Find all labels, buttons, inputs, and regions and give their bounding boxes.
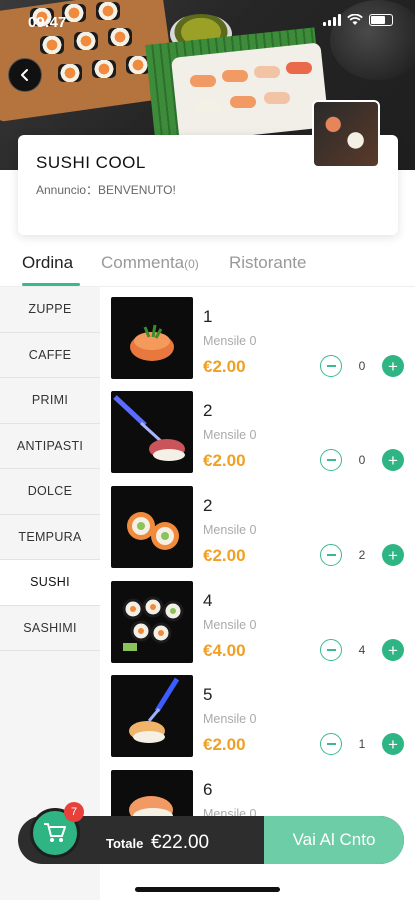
product-name: 2 bbox=[203, 401, 213, 420]
product-item[interactable]: 1 Mensile 0 €2.00 0 + bbox=[100, 297, 415, 391]
sushi-piece-decoration bbox=[230, 96, 256, 108]
sushi-piece-decoration bbox=[222, 70, 248, 82]
plus-icon: + bbox=[388, 734, 398, 754]
product-quantity: 2 bbox=[358, 548, 366, 562]
product-image bbox=[111, 486, 193, 568]
decrease-quantity-button[interactable] bbox=[320, 355, 342, 377]
tab-bar: Ordina Commenta(0) Ristorante bbox=[0, 245, 415, 287]
status-bar: 09:47 bbox=[0, 0, 415, 40]
sushi-piece-decoration bbox=[196, 100, 222, 112]
category-sushi[interactable]: SUSHI bbox=[0, 560, 100, 606]
product-quantity: 1 bbox=[358, 737, 366, 751]
decrease-quantity-button[interactable] bbox=[320, 544, 342, 566]
home-indicator[interactable] bbox=[135, 887, 280, 892]
product-item[interactable]: 5 Mensile 0 €2.00 1 + bbox=[100, 675, 415, 769]
restaurant-thumbnail bbox=[312, 100, 380, 168]
decrease-quantity-button[interactable] bbox=[320, 449, 342, 471]
product-image bbox=[111, 391, 193, 473]
product-price: €2.00 bbox=[203, 735, 246, 754]
sushi-piece-decoration bbox=[190, 75, 216, 87]
product-image bbox=[111, 675, 193, 757]
back-arrow-icon bbox=[21, 69, 28, 81]
product-price: €2.00 bbox=[203, 451, 246, 470]
product-item[interactable]: 2 Mensile 0 €2.00 2 + bbox=[100, 486, 415, 580]
plus-icon: + bbox=[388, 545, 398, 565]
product-name: 5 bbox=[203, 685, 213, 704]
increase-quantity-button[interactable]: + bbox=[382, 449, 404, 471]
sushi-piece-decoration bbox=[286, 62, 312, 74]
sushi-piece-decoration bbox=[254, 66, 280, 78]
category-sashimi[interactable]: SASHIMI bbox=[0, 606, 100, 651]
product-name: 2 bbox=[203, 496, 213, 515]
sushi-roll-decoration bbox=[92, 60, 116, 78]
product-name: 4 bbox=[203, 591, 213, 610]
status-icons bbox=[323, 14, 393, 26]
restaurant-name: SUSHI COOL bbox=[36, 153, 146, 172]
category-antipasti[interactable]: ANTIPASTI bbox=[0, 424, 100, 469]
sushi-piece-decoration bbox=[264, 92, 290, 104]
increase-quantity-button[interactable]: + bbox=[382, 355, 404, 377]
restaurant-announcement: Annuncio：BENVENUTO! bbox=[36, 183, 176, 197]
cart-count-badge: 7 bbox=[64, 802, 84, 822]
increase-quantity-button[interactable]: + bbox=[382, 544, 404, 566]
sushi-plate-decoration bbox=[170, 42, 330, 143]
category-primi[interactable]: PRIMI bbox=[0, 378, 100, 424]
signal-icon bbox=[323, 14, 341, 26]
minus-icon bbox=[326, 743, 336, 745]
product-price: €2.00 bbox=[203, 357, 246, 376]
active-tab-indicator bbox=[22, 283, 80, 286]
minus-icon bbox=[326, 649, 336, 651]
tab-label: Ordina bbox=[22, 253, 74, 272]
product-price: €2.00 bbox=[203, 546, 246, 565]
minus-icon bbox=[326, 459, 336, 461]
cart-icon bbox=[44, 823, 66, 842]
category-dolce[interactable]: DOLCE bbox=[0, 469, 100, 515]
product-monthly-sales: Mensile 0 bbox=[203, 618, 257, 632]
plus-icon: + bbox=[388, 640, 398, 660]
product-monthly-sales: Mensile 0 bbox=[203, 334, 257, 348]
product-monthly-sales: Mensile 0 bbox=[203, 428, 257, 442]
product-quantity: 0 bbox=[358, 359, 366, 373]
product-list: 1 Mensile 0 €2.00 0 + 2 Mensile 0 €2.00 … bbox=[100, 287, 415, 900]
product-monthly-sales: Mensile 0 bbox=[203, 712, 257, 726]
battery-icon bbox=[369, 14, 393, 26]
category-zuppe[interactable]: ZUPPE bbox=[0, 287, 100, 333]
checkout-button[interactable]: Vai Al Cnto bbox=[264, 816, 404, 864]
sushi-roll-decoration bbox=[58, 64, 82, 82]
tab-count: (0) bbox=[184, 257, 199, 271]
product-image bbox=[111, 581, 193, 663]
product-item[interactable]: 4 Mensile 0 €4.00 4 + bbox=[100, 581, 415, 675]
product-image bbox=[111, 297, 193, 379]
app-screen: 09:47 SUSHI COOL Annuncio：BENVENUTO! Ord… bbox=[0, 0, 415, 900]
increase-quantity-button[interactable]: + bbox=[382, 639, 404, 661]
category-tempura[interactable]: TEMPURA bbox=[0, 515, 100, 560]
product-item[interactable]: 2 Mensile 0 €2.00 0 + bbox=[100, 391, 415, 485]
minus-icon bbox=[326, 554, 336, 556]
back-button[interactable] bbox=[8, 58, 42, 92]
product-name: 1 bbox=[203, 307, 213, 326]
status-time: 09:47 bbox=[28, 14, 67, 31]
minus-icon bbox=[326, 365, 336, 367]
tab-label: Commenta bbox=[101, 253, 185, 272]
total-label: Totale bbox=[106, 836, 144, 851]
decrease-quantity-button[interactable] bbox=[320, 733, 342, 755]
product-quantity: 4 bbox=[358, 643, 366, 657]
tab-label: Ristorante bbox=[229, 253, 307, 272]
tab-commenta[interactable]: Commenta(0) bbox=[101, 253, 199, 273]
tab-ristorante[interactable]: Ristorante bbox=[229, 253, 306, 273]
tab-ordina[interactable]: Ordina bbox=[22, 253, 73, 273]
increase-quantity-button[interactable]: + bbox=[382, 733, 404, 755]
category-caffe[interactable]: CAFFE bbox=[0, 333, 100, 378]
plus-icon: + bbox=[388, 356, 398, 376]
decrease-quantity-button[interactable] bbox=[320, 639, 342, 661]
product-quantity: 0 bbox=[358, 453, 366, 467]
total-value: €22.00 bbox=[151, 832, 210, 853]
plus-icon: + bbox=[388, 450, 398, 470]
product-monthly-sales: Mensile 0 bbox=[203, 523, 257, 537]
wifi-icon bbox=[347, 14, 363, 25]
product-name: 6 bbox=[203, 780, 213, 799]
product-price: €4.00 bbox=[203, 641, 246, 660]
